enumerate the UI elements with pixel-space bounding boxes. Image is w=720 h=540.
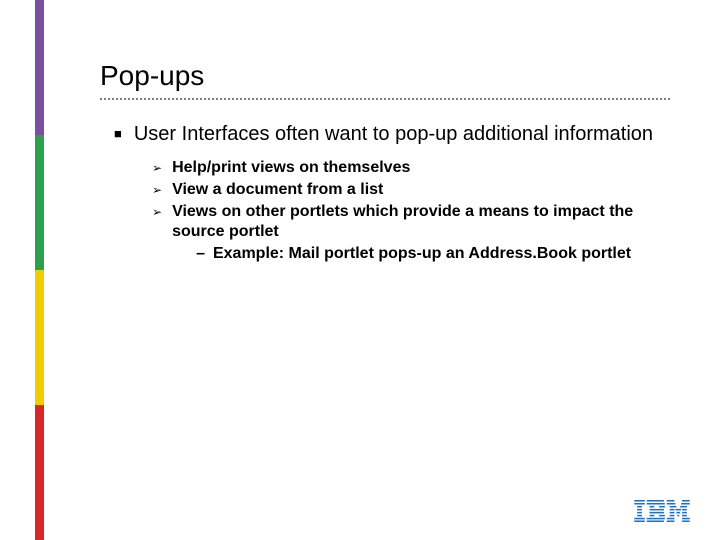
bar-segment-red (35, 405, 44, 540)
main-bullet: ■ User Interfaces often want to pop-up a… (114, 122, 680, 146)
bar-segment-green (35, 135, 44, 270)
sub-bullet-body: Views on other portlets which provide a … (172, 202, 680, 264)
bar-segment-yellow (35, 270, 44, 405)
arrow-bullet-icon: ➢ (152, 158, 162, 178)
main-bullet-text: User Interfaces often want to pop-up add… (134, 122, 653, 146)
dash-bullet-icon: – (196, 244, 205, 264)
arrow-bullet-icon: ➢ (152, 180, 162, 200)
sub-bullet: ➢ Views on other portlets which provide … (152, 202, 680, 264)
slide-title: Pop-ups (100, 60, 680, 92)
square-bullet-icon: ■ (114, 122, 122, 146)
slide: Pop-ups ■ User Interfaces often want to … (0, 0, 720, 540)
arrow-bullet-icon: ➢ (152, 202, 162, 222)
sub-bullet-text: Views on other portlets which provide a … (172, 203, 633, 240)
example-text: Example: Mail portlet pops-up an Address… (213, 244, 631, 264)
side-color-bar (35, 0, 44, 540)
sub-bullet-text: Help/print views on themselves (172, 158, 410, 178)
sub-bullet-list: ➢ Help/print views on themselves ➢ View … (152, 158, 680, 264)
sub-bullet: ➢ View a document from a list (152, 180, 680, 200)
sub-bullet-text: View a document from a list (172, 180, 383, 200)
example-bullet: – Example: Mail portlet pops-up an Addre… (196, 244, 680, 264)
title-separator (100, 98, 670, 100)
bar-segment-purple (35, 0, 44, 135)
ibm-logo-icon (634, 500, 690, 522)
content-area: Pop-ups ■ User Interfaces often want to … (100, 60, 680, 266)
ibm-logo (634, 500, 690, 522)
sub-bullet: ➢ Help/print views on themselves (152, 158, 680, 178)
